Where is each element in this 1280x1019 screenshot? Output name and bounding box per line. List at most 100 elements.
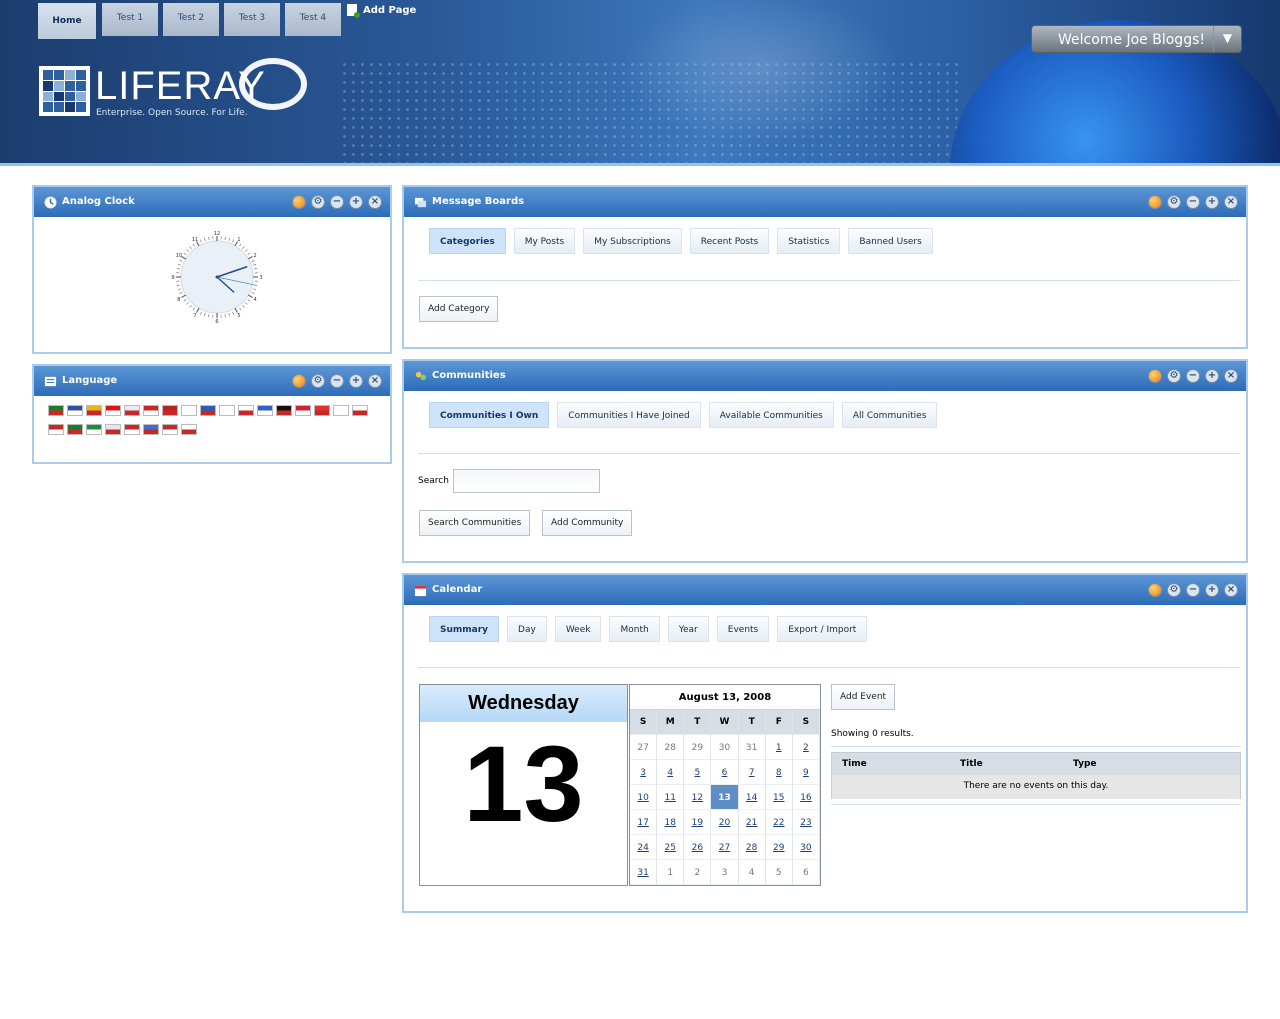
- language-flag-icon[interactable]: [143, 405, 159, 416]
- search-input[interactable]: [453, 469, 600, 493]
- calendar-day-link[interactable]: 6: [711, 760, 739, 785]
- calendar-day-link[interactable]: 2: [792, 735, 820, 760]
- language-flag-icon[interactable]: [86, 405, 102, 416]
- language-flag-icon[interactable]: [181, 405, 197, 416]
- calendar-day-link[interactable]: 18: [657, 810, 685, 835]
- calendar-day-link[interactable]: 21: [738, 810, 766, 835]
- language-flag-icon[interactable]: [48, 405, 64, 416]
- calendar-day-link[interactable]: 28: [738, 835, 766, 860]
- calendar-day-link[interactable]: 10: [630, 785, 658, 810]
- tab-month[interactable]: Month: [609, 616, 660, 642]
- gear-icon[interactable]: ⚙: [1167, 583, 1181, 597]
- calendar-day-link[interactable]: 16: [792, 785, 820, 810]
- maximize-icon[interactable]: +: [1205, 583, 1219, 597]
- calendar-day-link[interactable]: 22: [765, 810, 793, 835]
- portlet-title-bar[interactable]: Communities ⚙ − + ×: [404, 361, 1246, 391]
- tab-recent-posts[interactable]: Recent Posts: [689, 228, 770, 254]
- tab-test-1[interactable]: Test 1: [102, 3, 158, 36]
- language-flag-icon[interactable]: [333, 405, 349, 416]
- look-and-feel-icon[interactable]: [1148, 195, 1162, 209]
- language-flag-icon[interactable]: [67, 405, 83, 416]
- portlet-title-bar[interactable]: Language ⚙ − + ×: [34, 366, 390, 396]
- close-icon[interactable]: ×: [1224, 195, 1238, 209]
- minimize-icon[interactable]: −: [1186, 583, 1200, 597]
- tab-home[interactable]: Home: [38, 3, 96, 39]
- language-flag-icon[interactable]: [295, 405, 311, 416]
- language-flag-icon[interactable]: [238, 405, 254, 416]
- look-and-feel-icon[interactable]: [292, 374, 306, 388]
- calendar-day-link[interactable]: 26: [684, 835, 712, 860]
- calendar-day-link[interactable]: 25: [657, 835, 685, 860]
- calendar-day-link[interactable]: 8: [765, 760, 793, 785]
- calendar-day-link[interactable]: 3: [630, 760, 658, 785]
- tab-week[interactable]: Week: [554, 616, 602, 642]
- maximize-icon[interactable]: +: [1205, 195, 1219, 209]
- tab-summary[interactable]: Summary: [429, 616, 500, 642]
- portlet-title-bar[interactable]: Message Boards ⚙ − + ×: [404, 187, 1246, 217]
- calendar-day-link[interactable]: 20: [711, 810, 739, 835]
- language-flag-icon[interactable]: [257, 405, 273, 416]
- tab-year[interactable]: Year: [667, 616, 709, 642]
- tab-events[interactable]: Events: [716, 616, 770, 642]
- gear-icon[interactable]: ⚙: [311, 374, 325, 388]
- add-event-button[interactable]: Add Event: [831, 684, 896, 710]
- portlet-title-bar[interactable]: Calendar ⚙ − + ×: [404, 575, 1246, 605]
- language-flag-icon[interactable]: [276, 405, 292, 416]
- close-icon[interactable]: ×: [1224, 369, 1238, 383]
- tab-test-4[interactable]: Test 4: [285, 3, 341, 36]
- calendar-day-link[interactable]: 5: [684, 760, 712, 785]
- language-flag-icon[interactable]: [352, 405, 368, 416]
- gear-icon[interactable]: ⚙: [1167, 369, 1181, 383]
- minimize-icon[interactable]: −: [330, 195, 344, 209]
- tab-available-communities[interactable]: Available Communities: [708, 402, 834, 428]
- look-and-feel-icon[interactable]: [1148, 369, 1162, 383]
- calendar-day-link[interactable]: 15: [765, 785, 793, 810]
- portlet-title-bar[interactable]: Analog Clock ⚙ − + ×: [34, 187, 390, 217]
- calendar-day-link[interactable]: 29: [765, 835, 793, 860]
- calendar-day-link[interactable]: 27: [711, 835, 739, 860]
- language-flag-icon[interactable]: [105, 424, 121, 435]
- maximize-icon[interactable]: +: [349, 195, 363, 209]
- language-flag-icon[interactable]: [162, 405, 178, 416]
- tab-statistics[interactable]: Statistics: [777, 228, 841, 254]
- tab-categories[interactable]: Categories: [429, 228, 506, 254]
- language-flag-icon[interactable]: [67, 424, 83, 435]
- add-page-link[interactable]: Add Page: [347, 4, 416, 18]
- calendar-day-link[interactable]: 14: [738, 785, 766, 810]
- close-icon[interactable]: ×: [1224, 583, 1238, 597]
- close-icon[interactable]: ×: [368, 374, 382, 388]
- language-flag-icon[interactable]: [200, 405, 216, 416]
- maximize-icon[interactable]: +: [349, 374, 363, 388]
- tab-day[interactable]: Day: [507, 616, 547, 642]
- tab-communities-i-own[interactable]: Communities I Own: [429, 402, 550, 428]
- calendar-day-link[interactable]: 4: [657, 760, 685, 785]
- calendar-day-link[interactable]: 12: [684, 785, 712, 810]
- language-flag-icon[interactable]: [143, 424, 159, 435]
- language-flag-icon[interactable]: [162, 424, 178, 435]
- welcome-menu[interactable]: Welcome Joe Bloggs! ▼: [1031, 25, 1242, 53]
- tab-my-subscriptions[interactable]: My Subscriptions: [583, 228, 682, 254]
- language-flag-icon[interactable]: [48, 424, 64, 435]
- minimize-icon[interactable]: −: [1186, 369, 1200, 383]
- tab-banned-users[interactable]: Banned Users: [848, 228, 933, 254]
- calendar-day-link[interactable]: 17: [630, 810, 658, 835]
- language-flag-icon[interactable]: [314, 405, 330, 416]
- calendar-day-today[interactable]: 13: [711, 785, 739, 810]
- minimize-icon[interactable]: −: [1186, 195, 1200, 209]
- language-flag-icon[interactable]: [124, 405, 140, 416]
- calendar-day-link[interactable]: 19: [684, 810, 712, 835]
- language-flag-icon[interactable]: [181, 424, 197, 435]
- minimize-icon[interactable]: −: [330, 374, 344, 388]
- chevron-down-icon[interactable]: ▼: [1213, 26, 1241, 52]
- calendar-day-link[interactable]: 24: [630, 835, 658, 860]
- calendar-day-link[interactable]: 31: [630, 860, 658, 885]
- tab-all-communities[interactable]: All Communities: [841, 402, 938, 428]
- liferay-logo[interactable]: LIFERAY Enterprise. Open Source. For Lif…: [39, 58, 309, 122]
- gear-icon[interactable]: ⚙: [1167, 195, 1181, 209]
- look-and-feel-icon[interactable]: [292, 195, 306, 209]
- calendar-day-link[interactable]: 9: [792, 760, 820, 785]
- language-flag-icon[interactable]: [105, 405, 121, 416]
- calendar-day-link[interactable]: 11: [657, 785, 685, 810]
- add-community-button[interactable]: Add Community: [542, 510, 633, 536]
- calendar-day-link[interactable]: 1: [765, 735, 793, 760]
